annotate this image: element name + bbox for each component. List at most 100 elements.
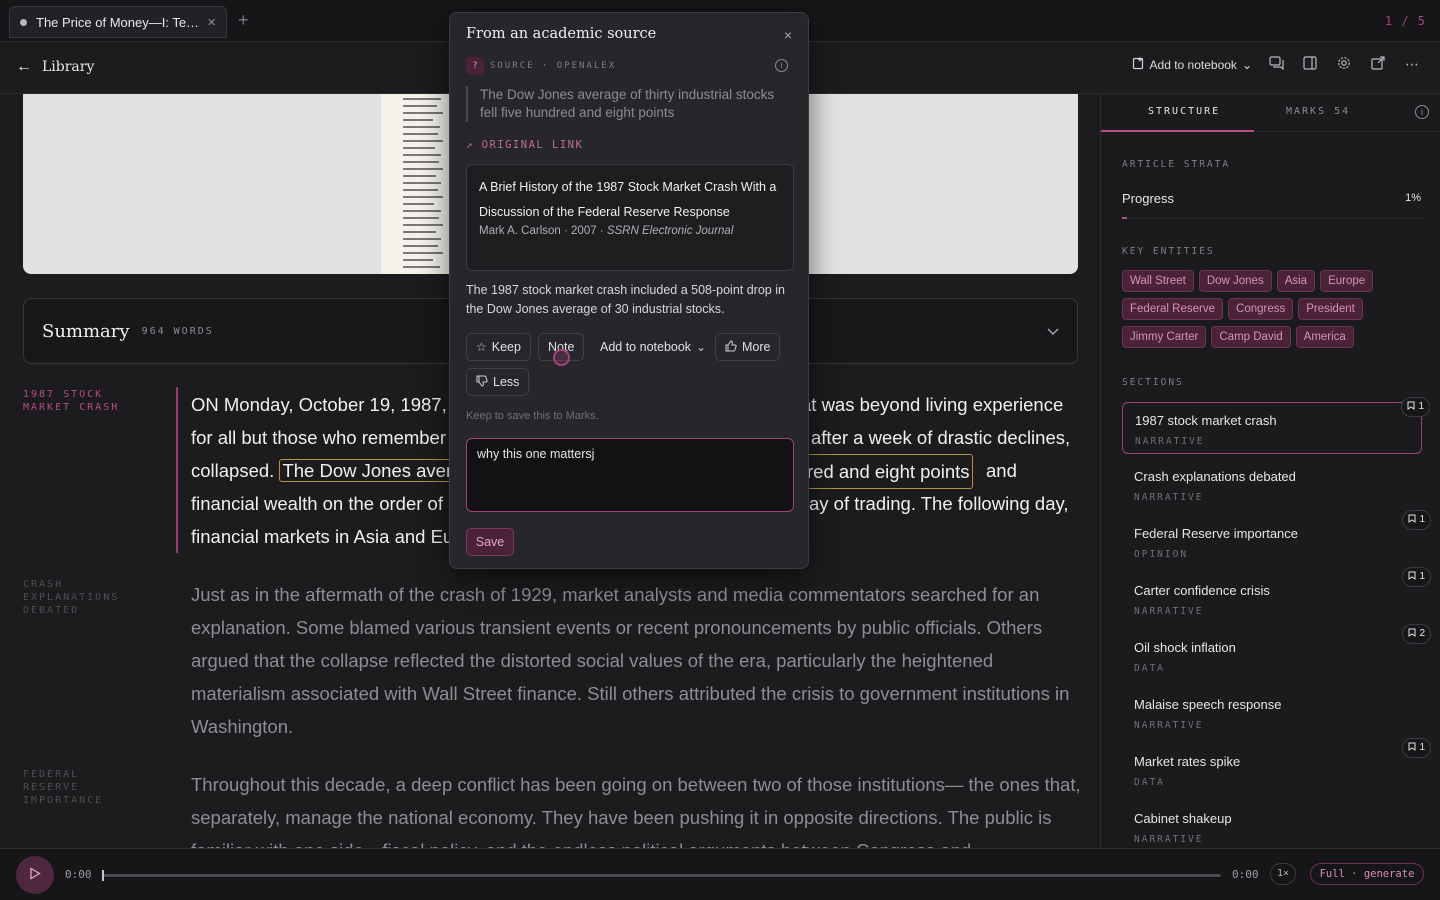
- section-item[interactable]: Crash explanations debated NARRATIVE: [1122, 459, 1422, 511]
- progress-value: 1%: [1405, 192, 1421, 204]
- current-time: 0:00: [65, 868, 92, 881]
- text-run: for all but those who remember: [191, 427, 447, 448]
- source-label: SOURCE · OPENALEX: [490, 61, 617, 71]
- info-icon[interactable]: i: [775, 59, 788, 72]
- entity-chip[interactable]: Congress: [1228, 298, 1294, 320]
- playback-rate-button[interactable]: 1×: [1270, 863, 1296, 885]
- section-item[interactable]: Cabinet shakeup NARRATIVE: [1122, 801, 1422, 848]
- entity-chip[interactable]: Camp David: [1211, 326, 1291, 348]
- progress-bar: [1122, 217, 1422, 219]
- article-strata-label: ARTICLE STRATA: [1122, 159, 1231, 170]
- external-link-icon[interactable]: [1368, 56, 1388, 73]
- entity-chip[interactable]: Federal Reserve: [1122, 298, 1224, 320]
- add-to-notebook-button[interactable]: Add to notebook ⌄: [1132, 57, 1252, 73]
- header-toolbar: Add to notebook ⌄ ⋯: [1132, 56, 1422, 73]
- entity-chip[interactable]: Wall Street: [1122, 270, 1194, 292]
- section-label-federal-reserve[interactable]: FEDERAL RESERVE IMPORTANCE: [23, 768, 103, 807]
- section-kind: DATA: [1134, 777, 1165, 788]
- play-button[interactable]: [16, 856, 54, 894]
- section-mark-count: 1: [1402, 510, 1431, 530]
- section-kind: NARRATIVE: [1134, 834, 1204, 845]
- entity-chip[interactable]: Europe: [1320, 270, 1374, 292]
- more-button[interactable]: More: [715, 333, 781, 361]
- source-badge: ?: [466, 57, 484, 75]
- tab-structure[interactable]: STRUCTURE: [1148, 106, 1220, 117]
- tab-marks[interactable]: MARKS 54: [1286, 106, 1350, 117]
- citation-meta: Mark A. Carlson · 2007 · SSRN Electronic…: [479, 225, 781, 237]
- source-quote: The Dow Jones average of thirty industri…: [466, 86, 794, 122]
- page-counter: 1 / 5: [1384, 14, 1426, 28]
- section-item[interactable]: Malaise speech response NARRATIVE: [1122, 687, 1422, 739]
- generate-audio-button[interactable]: Full · generate: [1310, 863, 1424, 885]
- active-section-bar: [176, 387, 178, 553]
- section-kind: NARRATIVE: [1135, 436, 1205, 447]
- chevron-down-icon: ⌄: [1241, 57, 1252, 72]
- section-name: Crash explanations debated: [1134, 469, 1296, 484]
- info-icon[interactable]: i: [1415, 105, 1429, 119]
- section-label-crash-explanations[interactable]: CRASH EXPLANATIONS DEBATED: [23, 578, 119, 617]
- entity-chip[interactable]: President: [1298, 298, 1363, 320]
- source-popover: From an academic source × ? SOURCE · OPE…: [449, 12, 809, 569]
- key-entities-label: KEY ENTITIES: [1122, 246, 1215, 257]
- section-mark-count: 1: [1402, 738, 1431, 758]
- citation-card[interactable]: A Brief History of the 1987 Stock Market…: [466, 164, 794, 271]
- highlighted-quote[interactable]: The Dow Jones aver: [279, 459, 456, 482]
- text-run: collapsed.: [191, 460, 275, 481]
- section-label-text: FEDERAL RESERVE IMPORTANCE: [23, 769, 104, 806]
- arrow-left-icon: ←: [16, 58, 32, 75]
- section-item[interactable]: Market rates spike DATA 1: [1122, 738, 1431, 796]
- save-note-button[interactable]: Save: [466, 528, 514, 556]
- section-label-1987-crash[interactable]: 1987 STOCK MARKET CRASH: [23, 388, 119, 414]
- tab-article[interactable]: The Price of Money—I: Te… ×: [9, 6, 227, 38]
- note-textarea[interactable]: why this one mattersj: [466, 438, 794, 512]
- bookmark-icon: [1408, 742, 1419, 753]
- new-tab-icon[interactable]: +: [238, 10, 249, 31]
- entity-chip[interactable]: Jimmy Carter: [1122, 326, 1207, 348]
- section-mark-count: 1: [1401, 397, 1430, 417]
- section-mark-count: 2: [1402, 624, 1431, 644]
- comments-icon[interactable]: [1266, 56, 1286, 73]
- entity-chip[interactable]: America: [1295, 326, 1354, 348]
- mark-count: 1: [1419, 571, 1425, 582]
- highlighted-quote-end[interactable]: red and eight points: [804, 454, 973, 489]
- keep-label: Keep: [491, 340, 521, 354]
- less-button[interactable]: Less: [466, 368, 530, 396]
- original-link[interactable]: ↗ ORIGINAL LINK: [466, 139, 583, 151]
- section-name: Carter confidence crisis: [1134, 583, 1270, 598]
- more-options-icon[interactable]: ⋯: [1402, 56, 1422, 73]
- citation-author-year: Mark A. Carlson · 2007 ·: [479, 225, 607, 237]
- section-label-text: 1987 STOCK MARKET CRASH: [23, 389, 120, 413]
- section-item[interactable]: Oil shock inflation DATA 2: [1122, 624, 1431, 682]
- section-name: Cabinet shakeup: [1134, 811, 1232, 826]
- mark-count: 1: [1419, 742, 1425, 753]
- add-to-notebook-dropdown[interactable]: Add to notebook ⌄: [590, 333, 717, 361]
- pointer-cursor-indicator: [553, 349, 570, 366]
- section-name: Malaise speech response: [1134, 697, 1282, 712]
- keep-button[interactable]: ☆ Keep: [466, 333, 531, 361]
- mark-count: 1: [1418, 401, 1424, 412]
- audio-scrubber[interactable]: [102, 870, 1221, 881]
- close-tab-icon[interactable]: ×: [207, 14, 216, 31]
- split-view-icon[interactable]: [1300, 56, 1320, 73]
- section-name: Market rates spike: [1134, 754, 1241, 769]
- gear-icon[interactable]: [1334, 56, 1354, 73]
- entity-chip[interactable]: Asia: [1276, 270, 1316, 292]
- section-item[interactable]: 1987 stock market crash NARRATIVE 1: [1122, 397, 1430, 454]
- back-to-library-button[interactable]: ← Library: [16, 58, 94, 76]
- add-to-notebook-label: Add to notebook: [1149, 57, 1237, 72]
- popover-title: From an academic source: [466, 26, 657, 42]
- bookmark-icon: [1407, 401, 1418, 412]
- citation-title: A Brief History of the 1987 Stock Market…: [479, 180, 777, 219]
- entity-chip[interactable]: Dow Jones: [1198, 270, 1272, 292]
- back-label: Library: [42, 59, 95, 75]
- section-item[interactable]: Carter confidence crisis NARRATIVE 1: [1122, 567, 1431, 625]
- close-icon[interactable]: ×: [784, 27, 792, 43]
- section-item[interactable]: Federal Reserve importance OPINION 1: [1122, 510, 1431, 568]
- mark-count: 1: [1419, 514, 1425, 525]
- active-tab-indicator: [1101, 130, 1254, 132]
- scrubber-handle[interactable]: [102, 870, 104, 881]
- star-icon: ☆: [476, 340, 487, 354]
- section-label-text: CRASH EXPLANATIONS DEBATED: [23, 579, 120, 616]
- progress-bar-fill: [1122, 217, 1127, 219]
- section-name: 1987 stock market crash: [1135, 413, 1277, 428]
